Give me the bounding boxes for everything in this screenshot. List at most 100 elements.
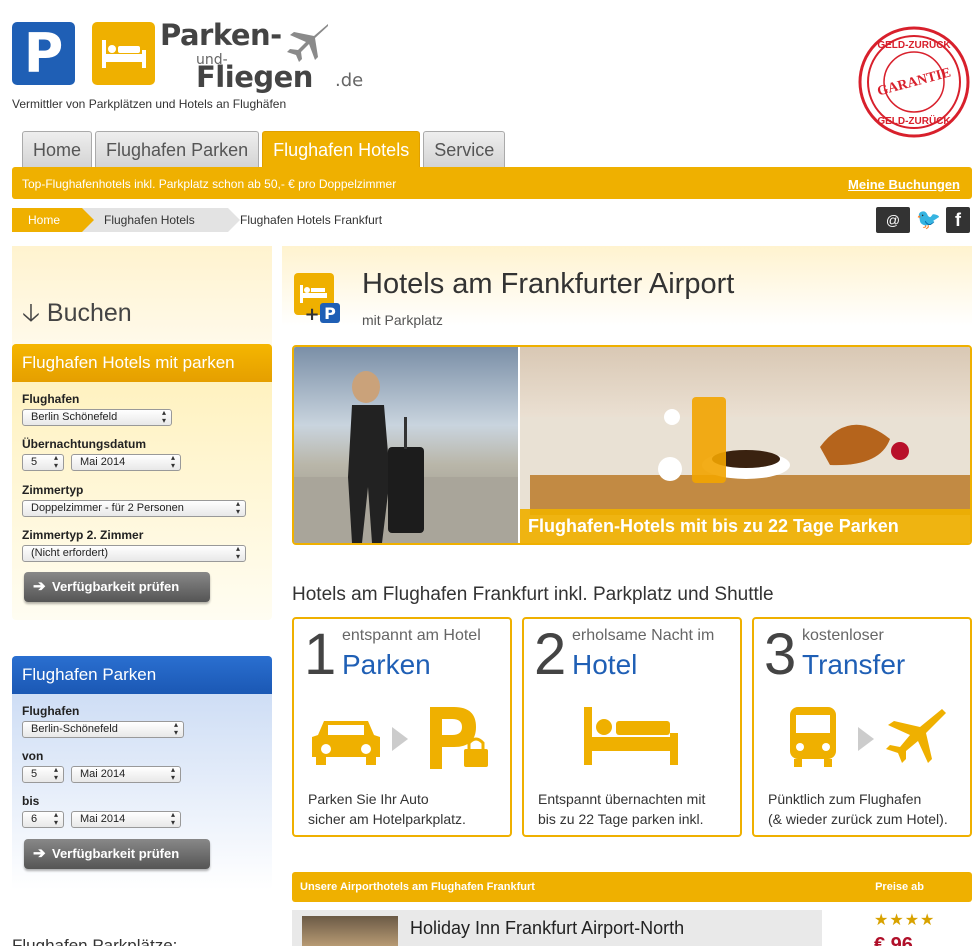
- brand-name-line1[interactable]: Parken-: [160, 18, 282, 52]
- room-type2-label: Zimmertyp 2. Zimmer: [22, 528, 144, 542]
- hotel-table-title: Unsere Airporthotels am Flughafen Frankf…: [300, 881, 535, 893]
- page-subtitle: mit Parkplatz: [362, 312, 443, 328]
- step-description: Parken Sie Ihr Auto sicher am Hotelparkpl…: [308, 789, 466, 829]
- step-desc-line1: Entspannt übernachten mit: [538, 791, 706, 807]
- hotel-logo[interactable]: [92, 22, 155, 85]
- arrow-down-icon: 🡣: [22, 299, 40, 327]
- hotel-check-availability-button[interactable]: ➔ Verfügbarkeit prüfen: [24, 572, 210, 602]
- facebook-icon[interactable]: f: [946, 207, 970, 233]
- hotel-booking-panel: Flughafen Hotels mit parken Flughafen Be…: [12, 344, 272, 620]
- chevron-right-icon: [858, 727, 874, 751]
- arrow-right-icon: ➔: [33, 845, 46, 862]
- parking-airport-select[interactable]: Berlin-Schönefeld: [22, 721, 184, 738]
- tab-flughafen-parken[interactable]: Flughafen Parken: [95, 131, 260, 167]
- table-row[interactable]: Holiday Inn Frankfurt Airport-North: [292, 910, 822, 946]
- hotel-button-label: Verfügbarkeit prüfen: [52, 579, 180, 594]
- hotel-table-header: Unsere Airporthotels am Flughafen Frankf…: [292, 872, 972, 902]
- step-desc-line2: (& wieder zurück zum Hotel).: [768, 811, 948, 827]
- star-rating: ★★★★: [874, 912, 936, 929]
- money-back-seal: GELD-ZURÜCK GARANTIE GELD-ZURÜCK: [858, 26, 970, 138]
- bus-icon: [790, 707, 836, 767]
- svg-text:+: +: [304, 304, 319, 323]
- room-type2-select[interactable]: (Nicht erfordert): [22, 545, 246, 562]
- parking-logo[interactable]: P: [12, 22, 75, 85]
- parking-airport-label: Flughafen: [22, 704, 80, 718]
- breadcrumb-home-label: Home: [28, 213, 61, 227]
- hotel-panel-title: Flughafen Hotels mit parken: [12, 344, 272, 382]
- seal-bottom-text: GELD-ZURÜCK: [877, 114, 951, 127]
- section-title: Hotels am Flughafen Frankfurt inkl. Park…: [292, 584, 774, 605]
- tab-flughafen-hotels[interactable]: Flughafen Hotels: [262, 131, 421, 167]
- page-title: Hotels am Frankfurter Airport: [362, 268, 735, 300]
- car-icon: [312, 721, 380, 765]
- parking-from-month-select[interactable]: Mai 2014: [71, 766, 181, 783]
- brand-tld: .de: [335, 70, 364, 91]
- bed-icon: [102, 40, 146, 68]
- room-type-label: Zimmertyp: [22, 483, 84, 497]
- main-nav: Home Flughafen Parken Flughafen Hotels S…: [22, 131, 506, 167]
- step-big-text: Hotel: [572, 649, 638, 680]
- hotel-name[interactable]: Holiday Inn Frankfurt Airport-North: [410, 918, 684, 939]
- breadcrumb-home[interactable]: Home: [12, 208, 94, 232]
- promo-bar: Top-Flughafenhotels inkl. Parkplatz scho…: [12, 167, 972, 199]
- step-big-text: Parken: [342, 649, 431, 680]
- parking-booking-panel: Flughafen Parken Flughafen Berlin-Schöne…: [12, 656, 272, 890]
- hotel-date-label: Übernachtungsdatum: [22, 437, 147, 451]
- step-small-text: entspannt am Hotel: [342, 627, 481, 644]
- svg-text:P: P: [324, 304, 336, 323]
- hotel-month-select[interactable]: Mai 2014: [71, 454, 181, 471]
- parking-lock-icon: [430, 707, 488, 769]
- parking-to-label: bis: [22, 794, 40, 808]
- parking-panel-title: Flughafen Parken: [12, 656, 272, 694]
- tagline: Vermittler von Parkplätzen und Hotels an…: [12, 97, 287, 111]
- breadcrumb-current: Flughafen Hotels Frankfurt: [240, 213, 383, 227]
- parking-to-month-select[interactable]: Mai 2014: [71, 811, 181, 828]
- step-desc-line2: bis zu 22 Tage parken inkl.: [538, 811, 704, 827]
- parking-button-label: Verfügbarkeit prüfen: [52, 846, 180, 861]
- step-description: Entspannt übernachten mit bis zu 22 Tage …: [538, 789, 705, 829]
- car-to-parking-icons: [312, 707, 488, 769]
- step-small-text: kostenloser: [802, 627, 884, 644]
- social-links: @ 🐦 f: [876, 207, 970, 233]
- breadcrumb-flughafen-hotels[interactable]: Flughafen Hotels: [82, 208, 240, 232]
- my-bookings-link[interactable]: Meine Buchungen: [848, 177, 960, 192]
- step-desc-line2: sicher am Hotelparkplatz.: [308, 811, 466, 827]
- step-number: 3: [764, 622, 797, 687]
- tab-home[interactable]: Home: [22, 131, 93, 167]
- step-big-text: Transfer: [802, 649, 906, 680]
- brand-name-line2[interactable]: Fliegen: [196, 60, 313, 94]
- parking-from-day-select[interactable]: 5: [22, 766, 64, 783]
- hotel-day-select[interactable]: 5: [22, 454, 64, 471]
- parking-check-availability-button[interactable]: ➔ Verfügbarkeit prüfen: [24, 839, 210, 869]
- step-desc-line1: Pünktlich zum Flughafen: [768, 791, 922, 807]
- mail-icon[interactable]: @: [876, 207, 910, 233]
- chevron-right-icon: [392, 727, 408, 751]
- parking-list-heading: Flughafen Parkplätze:: [12, 936, 178, 946]
- step-card-transfer: 3 kostenloser Transfer Pünktlich zum Flu…: [752, 617, 972, 837]
- airplane-icon: [287, 24, 328, 62]
- breadcrumb-hotels-label: Flughafen Hotels: [104, 213, 195, 227]
- twitter-icon[interactable]: 🐦: [916, 207, 941, 233]
- buchen-heading: 🡣 Buchen: [22, 294, 132, 337]
- airplane-icon: [886, 709, 946, 763]
- arrow-right-icon: ➔: [33, 578, 46, 595]
- hero-traveler-image: [294, 347, 518, 543]
- logo-p-letter: P: [23, 22, 64, 85]
- hero-banner[interactable]: Flughafen-Hotels mit bis zu 22 Tage Park…: [292, 345, 972, 545]
- price-column-header: Preise ab: [875, 881, 924, 893]
- bus-to-plane-icons: [790, 707, 946, 767]
- hotel-parking-icon: P +: [294, 273, 340, 323]
- hotel-airport-select[interactable]: Berlin Schönefeld: [22, 409, 172, 426]
- hotel-airport-label: Flughafen: [22, 392, 80, 406]
- step-small-text: erholsame Nacht im: [572, 627, 715, 644]
- seal-top-text: GELD-ZURÜCK: [877, 38, 951, 51]
- breadcrumb: Home Flughafen Hotels Flughafen Hotels F…: [12, 208, 396, 232]
- promo-text: Top-Flughafenhotels inkl. Parkplatz scho…: [22, 177, 397, 191]
- room-type-select[interactable]: Doppelzimmer - für 2 Personen: [22, 500, 246, 517]
- step-desc-line1: Parken Sie Ihr Auto: [308, 791, 429, 807]
- tab-service[interactable]: Service: [423, 131, 506, 167]
- hotel-thumbnail[interactable]: [302, 916, 398, 946]
- parking-to-day-select[interactable]: 6: [22, 811, 64, 828]
- step-card-parken: 1 entspannt am Hotel Parken Parken Sie I…: [292, 617, 512, 837]
- step-description: Pünktlich zum Flughafen (& wieder zurück …: [768, 789, 948, 829]
